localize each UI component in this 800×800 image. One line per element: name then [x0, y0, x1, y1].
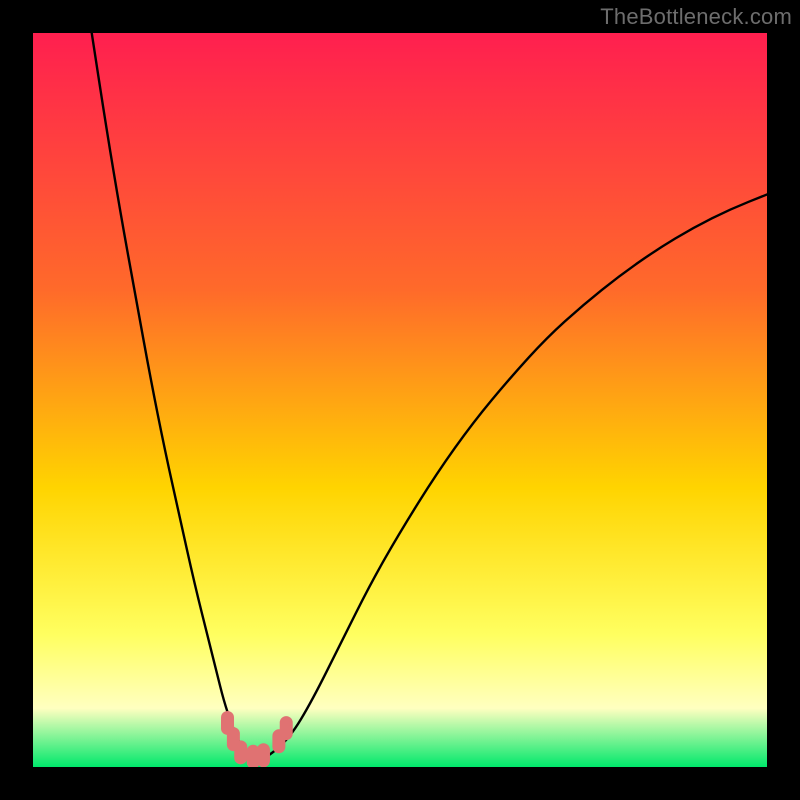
- chart-canvas: [33, 33, 767, 767]
- gradient-background: [33, 33, 767, 767]
- curve-marker: [257, 743, 270, 767]
- watermark: TheBottleneck.com: [600, 4, 792, 30]
- curve-marker: [280, 716, 293, 740]
- bottleneck-chart: [33, 33, 767, 767]
- curve-marker: [234, 740, 247, 764]
